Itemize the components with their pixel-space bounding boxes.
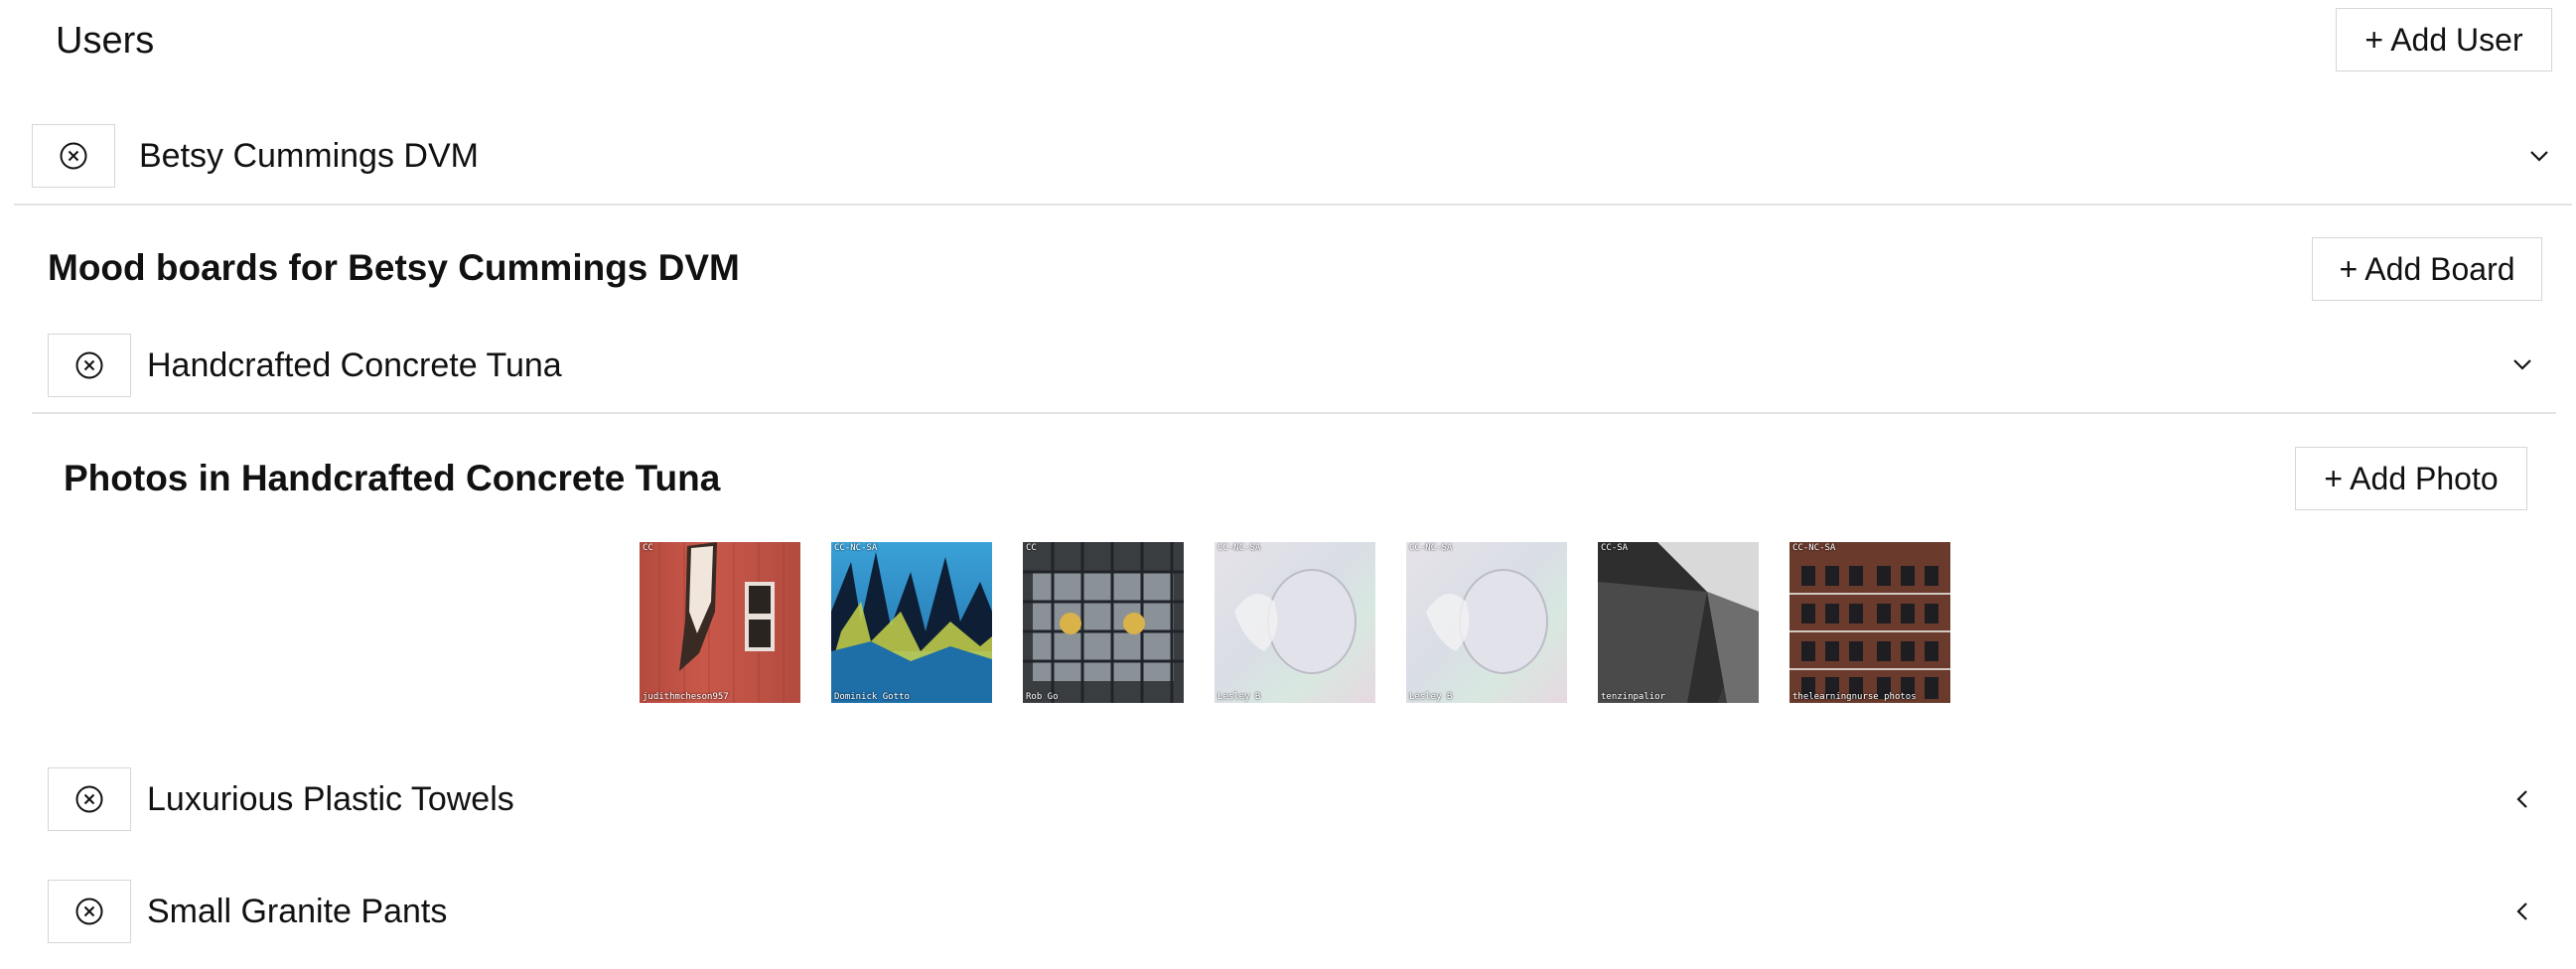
board-name[interactable]: Luxurious Plastic Towels (147, 777, 514, 821)
chevron-down-icon[interactable] (2505, 347, 2539, 381)
photo-credit: thelearningnurse photos (1792, 692, 1917, 702)
photo-credit: Rob Go (1026, 692, 1059, 702)
photo-license: CC-NC-SA (1217, 543, 1261, 553)
photo-license: CC (643, 543, 653, 553)
photo-credit: Dominick Gotto (834, 692, 910, 702)
photo-license: CC-NC-SA (1409, 543, 1453, 553)
photo-credit: Lesley B (1217, 692, 1261, 702)
remove-board-button[interactable] (48, 334, 131, 397)
remove-user-button[interactable] (32, 124, 115, 188)
add-user-button[interactable]: + Add User (2336, 8, 2552, 71)
photo-license: CC (1026, 543, 1037, 553)
photo-license: CC-NC-SA (1792, 543, 1836, 553)
photo-credit: tenzinpalior (1601, 692, 1666, 702)
photo-thumbnail[interactable]: CC judithmcheson957 (640, 542, 800, 703)
photo-thumbnail[interactable]: CC Rob Go (1023, 542, 1184, 703)
photo-credit: judithmcheson957 (643, 692, 729, 702)
close-circle-icon (75, 898, 103, 925)
close-circle-icon (75, 351, 103, 379)
photo-thumbnail[interactable]: CC-SA tenzinpalior (1598, 542, 1759, 703)
remove-board-button[interactable] (48, 767, 131, 831)
photo-license: CC-SA (1601, 543, 1629, 553)
add-board-button[interactable]: + Add Board (2312, 237, 2542, 301)
photo-thumbnail[interactable]: CC-NC-SA Lesley B (1215, 542, 1375, 703)
page-title: Users (56, 20, 155, 62)
photo-license: CC-NC-SA (834, 543, 878, 553)
photo-credit: Lesley B (1409, 692, 1453, 702)
close-circle-icon (75, 785, 103, 813)
photos-section-title: Photos in Handcrafted Concrete Tuna (64, 458, 721, 498)
photo-thumbnail[interactable]: CC-NC-SA Lesley B (1406, 542, 1567, 703)
remove-board-button[interactable] (48, 880, 131, 943)
photo-thumbnail[interactable]: CC-NC-SA Dominick Gotto (831, 542, 992, 703)
add-photo-button[interactable]: + Add Photo (2295, 447, 2527, 510)
chevron-down-icon[interactable] (2522, 139, 2556, 173)
board-name[interactable]: Handcrafted Concrete Tuna (147, 344, 562, 387)
user-divider (14, 204, 2572, 206)
user-name[interactable]: Betsy Cummings DVM (139, 134, 479, 178)
photo-thumbnail[interactable]: CC-NC-SA thelearningnurse photos (1789, 542, 1950, 703)
board-name[interactable]: Small Granite Pants (147, 890, 447, 933)
chevron-left-icon[interactable] (2505, 895, 2539, 928)
chevron-left-icon[interactable] (2505, 782, 2539, 816)
boards-section-title: Mood boards for Betsy Cummings DVM (48, 247, 740, 288)
board-divider (32, 412, 2556, 414)
close-circle-icon (60, 142, 87, 170)
